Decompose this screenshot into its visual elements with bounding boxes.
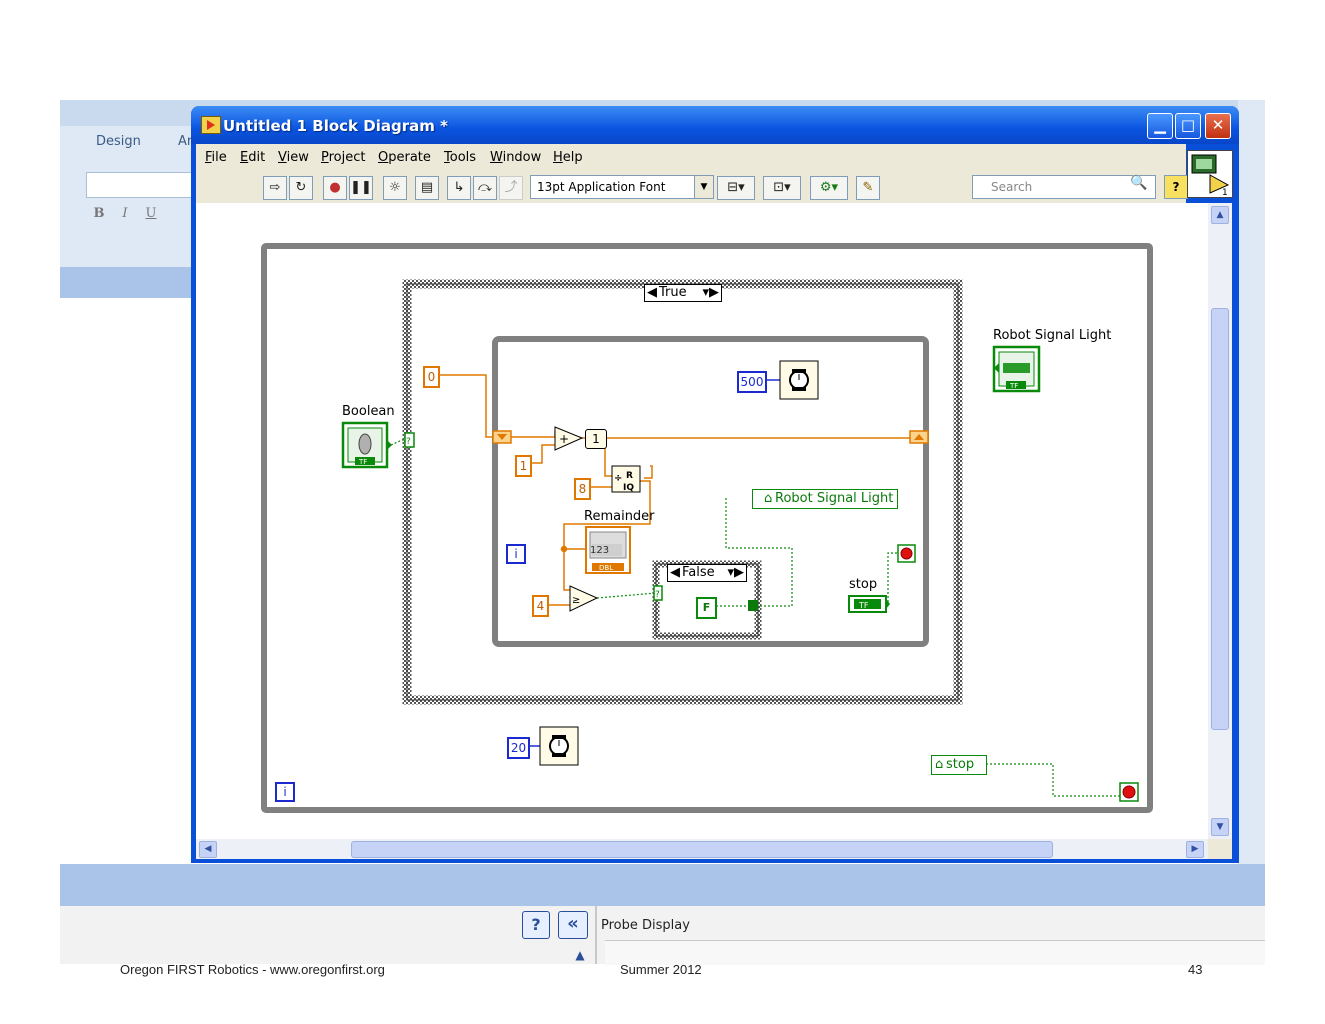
inner-case-selector-value: False bbox=[682, 565, 715, 580]
remainder-display-value: 123 bbox=[590, 545, 609, 556]
outer-case-selector-value: True bbox=[659, 285, 687, 300]
house-icon: ⌂ bbox=[764, 491, 773, 506]
dbl-label: DBL bbox=[599, 564, 613, 572]
robot-signal-light-local-label: Robot Signal Light bbox=[775, 491, 894, 506]
constant-one-increment[interactable]: 1 bbox=[515, 455, 532, 477]
boolean-control-terminal[interactable] bbox=[341, 421, 392, 469]
boolean-label: Boolean bbox=[342, 404, 395, 419]
svg-text:?: ? bbox=[406, 437, 411, 447]
quotient-remainder-function[interactable]: ÷ R IQ bbox=[611, 465, 641, 493]
tf-label-indicator: TF bbox=[1009, 382, 1018, 390]
wait-ms-timer-inner[interactable] bbox=[779, 360, 819, 400]
case-dropdown-icon[interactable]: ▾▶ bbox=[702, 285, 719, 301]
boolean-output-tunnel[interactable] bbox=[748, 600, 758, 611]
svg-text:≥: ≥ bbox=[572, 595, 580, 606]
stop-local-label: stop bbox=[946, 757, 975, 772]
constant-one-divisor[interactable]: 1 bbox=[585, 429, 607, 449]
remainder-label: Remainder bbox=[584, 509, 655, 524]
tf-label-boolean: TF bbox=[358, 458, 367, 466]
constant-zero[interactable]: 0 bbox=[423, 366, 440, 388]
diagram-graphics: ? ? + ÷ R IQ ≥ TF TF 123 DBL TF bbox=[261, 243, 1153, 813]
stop-label: stop bbox=[849, 577, 878, 592]
inner-case-selector-terminal[interactable]: ? bbox=[653, 585, 663, 601]
robot-signal-light-local-variable[interactable]: ⌂ Robot Signal Light bbox=[752, 489, 899, 509]
tf-label-stop: TF bbox=[858, 601, 869, 610]
inner-loop-iteration-terminal[interactable]: i bbox=[506, 544, 526, 564]
robot-signal-light-label: Robot Signal Light bbox=[993, 328, 1112, 343]
decrement-arrow-icon[interactable]: ◀ bbox=[647, 285, 657, 301]
outer-loop-iteration-terminal[interactable]: i bbox=[275, 782, 295, 802]
case-selector-terminal[interactable]: ? bbox=[404, 432, 415, 448]
wait-ms-timer-outer[interactable] bbox=[539, 726, 579, 766]
add-function[interactable]: + bbox=[554, 426, 584, 451]
shift-register-right[interactable] bbox=[909, 430, 929, 444]
svg-text:IQ: IQ bbox=[623, 483, 634, 493]
inner-loop-stop-terminal[interactable] bbox=[897, 544, 916, 563]
stop-button-terminal[interactable] bbox=[848, 595, 890, 613]
inner-case-selector[interactable]: ◀ False ▾▶ bbox=[667, 564, 747, 582]
constant-false[interactable]: F bbox=[696, 597, 717, 619]
svg-text:+: + bbox=[559, 432, 569, 446]
constant-20-ms[interactable]: 20 bbox=[507, 737, 530, 759]
constant-eight[interactable]: 8 bbox=[574, 478, 591, 500]
svg-text:R: R bbox=[626, 471, 633, 481]
outer-case-selector[interactable]: ◀ True ▾▶ bbox=[644, 284, 722, 302]
house-icon: ⌂ bbox=[935, 757, 944, 772]
constant-500-ms[interactable]: 500 bbox=[737, 371, 767, 393]
decrement-arrow-icon[interactable]: ◀ bbox=[670, 565, 680, 581]
svg-text:÷: ÷ bbox=[614, 473, 622, 484]
case-dropdown-icon[interactable]: ▾▶ bbox=[727, 565, 744, 581]
outer-loop-stop-terminal[interactable] bbox=[1119, 782, 1139, 802]
shift-register-left[interactable] bbox=[492, 430, 512, 444]
constant-four[interactable]: 4 bbox=[532, 595, 549, 617]
svg-text:?: ? bbox=[655, 590, 660, 600]
stop-local-variable[interactable]: ⌂ stop bbox=[931, 755, 988, 775]
greater-or-equal-function[interactable]: ≥ bbox=[569, 585, 599, 612]
